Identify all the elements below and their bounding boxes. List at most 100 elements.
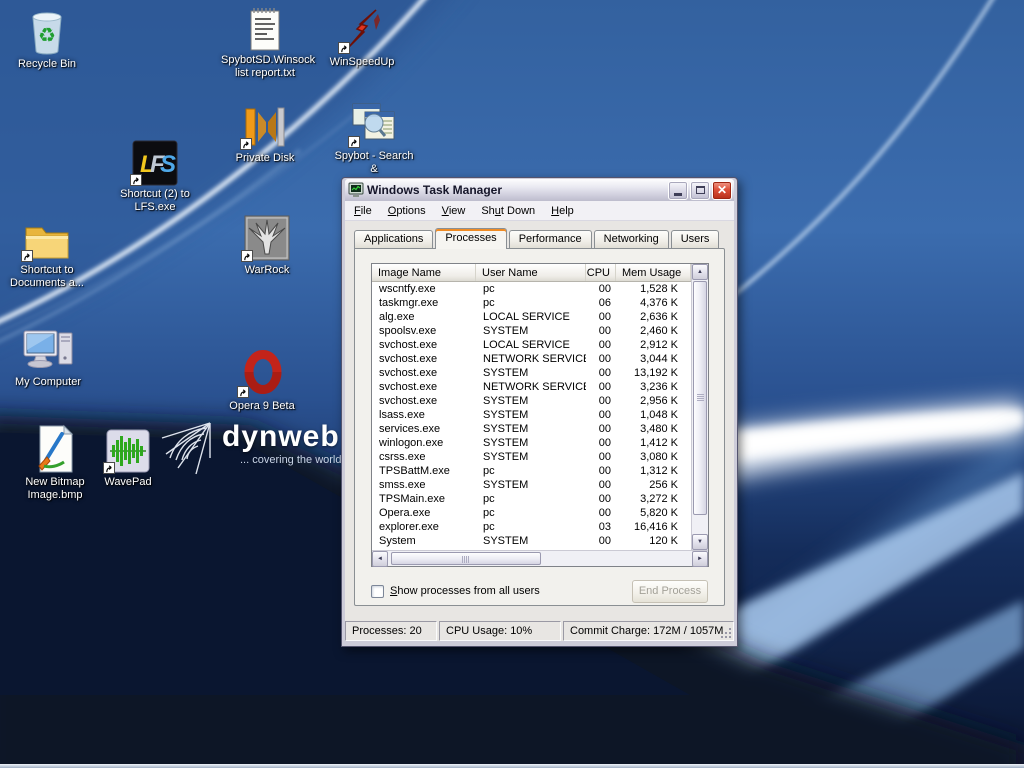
cell-cpu: 00 bbox=[598, 423, 611, 435]
desktop-icon-my-computer[interactable]: My Computer bbox=[4, 326, 92, 389]
cell-cpu: 00 bbox=[598, 311, 611, 323]
tab-users[interactable]: Users bbox=[670, 230, 720, 248]
cell-user: pc bbox=[483, 465, 495, 477]
cell-image: explorer.exe bbox=[379, 521, 439, 533]
tab-performance[interactable]: Performance bbox=[508, 230, 592, 248]
horizontal-scroll-track[interactable] bbox=[541, 551, 692, 566]
process-row[interactable]: svchost.exe SYSTEM 00 13,192 K bbox=[372, 366, 691, 380]
cell-mem: 2,956 K bbox=[640, 395, 678, 407]
process-row[interactable]: svchost.exe LOCAL SERVICE 00 2,912 K bbox=[372, 338, 691, 352]
menu-item-file[interactable]: File bbox=[346, 202, 380, 220]
list-header: Image Name User Name CPU Mem Usage bbox=[372, 264, 691, 282]
folder-icon bbox=[21, 214, 71, 262]
taskbar-edge[interactable] bbox=[0, 764, 1024, 768]
svg-text:♻: ♻ bbox=[38, 25, 56, 47]
vertical-scroll-thumb[interactable] bbox=[693, 281, 707, 515]
process-row[interactable]: svchost.exe NETWORK SERVICE 00 3,236 K bbox=[372, 380, 691, 394]
process-row[interactable]: services.exe SYSTEM 00 3,480 K bbox=[372, 422, 691, 436]
shortcut-arrow-icon bbox=[21, 250, 33, 262]
cell-image: wscntfy.exe bbox=[379, 283, 436, 295]
cell-user: NETWORK SERVICE bbox=[483, 381, 586, 393]
tab-networking[interactable]: Networking bbox=[593, 230, 669, 248]
process-row[interactable]: lsass.exe SYSTEM 00 1,048 K bbox=[372, 408, 691, 422]
maximize-button[interactable] bbox=[690, 180, 710, 200]
wallpaper-brand: dynweb ... covering the world bbox=[160, 418, 342, 476]
cell-user: pc bbox=[483, 297, 495, 309]
process-row[interactable]: System SYSTEM 00 120 K bbox=[372, 534, 691, 548]
scroll-up-icon[interactable]: ▲ bbox=[692, 264, 708, 280]
desktop-icon-label: WinSpeedUp bbox=[329, 56, 395, 68]
scroll-down-icon[interactable]: ▼ bbox=[692, 534, 708, 550]
cell-mem: 120 K bbox=[649, 535, 678, 547]
desktop-icon-winspeedup[interactable]: WinSpeedUp bbox=[318, 6, 406, 69]
cell-mem: 3,044 K bbox=[640, 353, 678, 365]
process-row[interactable]: Opera.exe pc 00 5,820 K bbox=[372, 506, 691, 520]
resize-grip[interactable] bbox=[719, 626, 732, 639]
process-row[interactable]: alg.exe LOCAL SERVICE 00 2,636 K bbox=[372, 310, 691, 324]
scroll-left-icon[interactable]: ◄ bbox=[372, 551, 388, 567]
cell-cpu: 00 bbox=[598, 283, 611, 295]
lightning-icon bbox=[338, 6, 384, 54]
cell-user: SYSTEM bbox=[483, 367, 529, 379]
column-header-image-name[interactable]: Image Name bbox=[372, 264, 476, 281]
desktop-icon-recycle-bin[interactable]: ♻ Recycle Bin bbox=[3, 8, 91, 71]
process-row[interactable]: taskmgr.exe pc 06 4,376 K bbox=[372, 296, 691, 310]
menu-item-help[interactable]: Help bbox=[543, 202, 582, 220]
shortcut-arrow-icon bbox=[103, 462, 115, 474]
tab-processes[interactable]: Processes bbox=[435, 228, 507, 249]
process-row[interactable]: TPSBattM.exe pc 00 1,312 K bbox=[372, 464, 691, 478]
desktop-icon-lfs-shortcut[interactable]: L F S Shortcut (2) to LFS.exe bbox=[111, 138, 199, 214]
scroll-right-icon[interactable]: ► bbox=[692, 551, 708, 567]
menu-item-view[interactable]: View bbox=[434, 202, 474, 220]
cell-user: NETWORK SERVICE bbox=[483, 353, 586, 365]
minimize-button[interactable] bbox=[668, 180, 688, 200]
show-all-users-checkbox[interactable] bbox=[371, 584, 384, 598]
process-row[interactable]: winlogon.exe SYSTEM 00 1,412 K bbox=[372, 436, 691, 450]
desktop-icon-wavepad[interactable]: WavePad bbox=[84, 426, 172, 489]
column-header-mem-usage[interactable]: Mem Usage bbox=[616, 264, 691, 281]
shortcut-arrow-icon bbox=[348, 136, 360, 148]
process-row[interactable]: smss.exe SYSTEM 00 256 K bbox=[372, 478, 691, 492]
cell-user: SYSTEM bbox=[483, 437, 529, 449]
vertical-scroll-track[interactable] bbox=[692, 516, 708, 534]
cell-user: pc bbox=[483, 507, 495, 519]
vertical-scrollbar[interactable]: ▲ ▼ bbox=[691, 264, 708, 550]
column-header-cpu[interactable]: CPU bbox=[586, 264, 616, 281]
spybot-window-icon bbox=[348, 100, 398, 148]
private-disk-icon bbox=[240, 102, 288, 150]
menu-item-options[interactable]: Options bbox=[380, 202, 434, 220]
process-row[interactable]: svchost.exe SYSTEM 00 2,956 K bbox=[372, 394, 691, 408]
desktop-icon-warrock[interactable]: WarRock bbox=[223, 214, 311, 277]
process-row[interactable]: svchost.exe NETWORK SERVICE 00 3,044 K bbox=[372, 352, 691, 366]
horizontal-scroll-thumb[interactable] bbox=[391, 552, 541, 565]
desktop-icon-label: Shortcut (2) to LFS.exe bbox=[120, 188, 190, 213]
cell-mem: 1,312 K bbox=[640, 465, 678, 477]
processes-tab-page: Image Name User Name CPU Mem Usage wscnt… bbox=[354, 248, 725, 606]
cell-mem: 1,412 K bbox=[640, 437, 678, 449]
shortcut-arrow-icon bbox=[338, 42, 350, 54]
process-row[interactable]: wscntfy.exe pc 00 1,528 K bbox=[372, 282, 691, 296]
process-row[interactable]: explorer.exe pc 03 16,416 K bbox=[372, 520, 691, 534]
process-row[interactable]: spoolsv.exe SYSTEM 00 2,460 K bbox=[372, 324, 691, 338]
cell-user: LOCAL SERVICE bbox=[483, 339, 570, 351]
cell-mem: 3,480 K bbox=[640, 423, 678, 435]
tab-applications[interactable]: Applications bbox=[354, 230, 434, 248]
horizontal-scrollbar[interactable]: ◄ ► bbox=[372, 550, 708, 567]
menu-item-shut-down[interactable]: Shut Down bbox=[473, 202, 543, 220]
status-processes: Processes: 20 bbox=[345, 621, 437, 641]
desktop-icon-documents-shortcut[interactable]: Shortcut to Documents a... bbox=[3, 214, 91, 290]
cell-user: SYSTEM bbox=[483, 423, 529, 435]
close-button[interactable]: ✕ bbox=[712, 180, 732, 200]
process-row[interactable]: csrss.exe SYSTEM 00 3,080 K bbox=[372, 450, 691, 464]
cell-cpu: 00 bbox=[598, 451, 611, 463]
column-header-user-name[interactable]: User Name bbox=[476, 264, 586, 281]
end-process-button[interactable]: End Process bbox=[632, 579, 708, 603]
desktop-icon-private-disk[interactable]: Private Disk bbox=[221, 102, 309, 165]
cell-cpu: 00 bbox=[598, 465, 611, 477]
title-bar[interactable]: Windows Task Manager ✕ bbox=[345, 179, 734, 201]
cell-mem: 5,820 K bbox=[640, 507, 678, 519]
desktop-icon-spybot[interactable]: Spybot - Search & bbox=[330, 100, 418, 176]
process-row[interactable]: TPSMain.exe pc 00 3,272 K bbox=[372, 492, 691, 506]
desktop-icon-opera[interactable]: Opera 9 Beta bbox=[218, 350, 306, 413]
desktop-icon-spybot-report[interactable]: SpybotSD.Winsock list report.txt bbox=[221, 4, 315, 80]
